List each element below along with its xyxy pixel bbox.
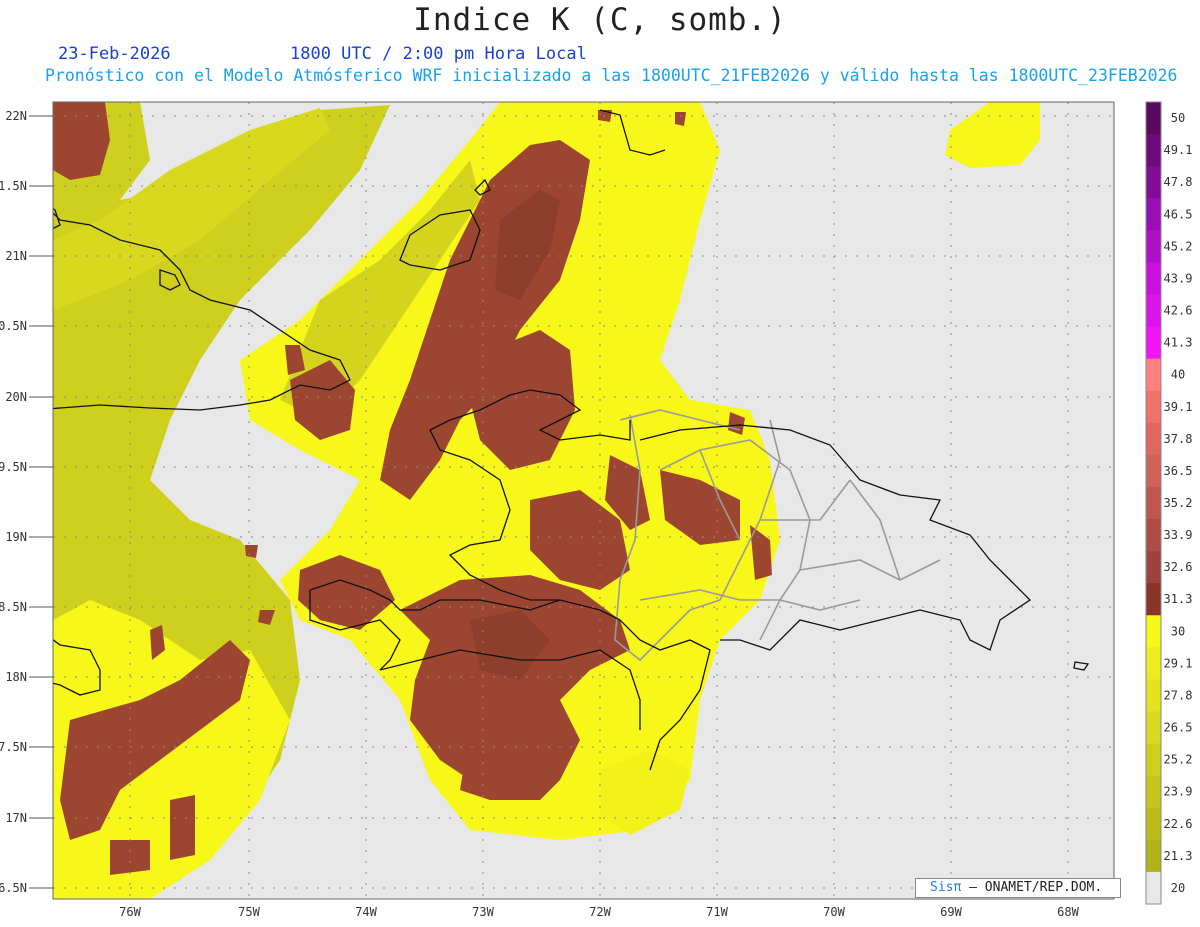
lon-label: 71W [706,905,728,919]
colorbar-label: 35.2 [1164,496,1193,510]
sispi-logo: Sisπ [930,880,962,895]
colorbar-label: 30 [1171,624,1185,638]
colorbar-label: 39.1 [1164,400,1193,414]
colorbar-segment [1146,743,1161,777]
colorbar-label: 23.9 [1164,785,1193,799]
lat-label: 0.5N [0,319,27,333]
colorbar-segment [1146,775,1161,809]
colorbar-segment [1146,519,1161,552]
lat-ticks [29,115,53,889]
lat-label: 21N [5,249,27,263]
colorbar-segment [1146,615,1161,648]
colorbar-segment [1146,647,1161,680]
colorbar-label: 21.3 [1164,849,1193,863]
colorbar-label: 20 [1171,881,1185,895]
colorbar-label: 42.6 [1164,304,1193,318]
colorbar-segment [1146,198,1161,231]
colorbar-segment [1146,294,1161,328]
colorbar-label: 22.6 [1164,817,1193,831]
colorbar-segment [1146,807,1161,841]
colorbar-segment [1146,839,1161,873]
credit-text: – ONAMET/REP.DOM. [969,880,1103,895]
colorbar-label: 27.8 [1164,688,1193,702]
colorbar-segment [1146,326,1161,360]
colorbar-label: 41.3 [1164,336,1193,350]
colorbar-segment [1146,166,1161,199]
colorbar-segment [1146,390,1161,424]
colorbar-segment [1146,102,1161,135]
lat-label: 8.5N [0,600,27,614]
colorbar-segment [1146,711,1161,745]
colorbar-label: 45.2 [1164,239,1193,253]
longitude-axis: 76W 75W 74W 73W 72W 71W 70W 69W 68W [119,905,1079,919]
colorbar-segment [1146,134,1161,167]
colorbar-segment [1146,422,1161,456]
latitude-axis: 22N 1.5N 21N 0.5N 20N 9.5N 19N 8.5N 18N … [0,109,27,895]
lat-label: 22N [5,109,27,123]
lon-label: 69W [940,905,962,919]
colorbar-segment [1146,230,1161,263]
colorbar-segment [1146,871,1161,905]
colorbar-label: 46.5 [1164,207,1193,221]
colorbar-label: 43.9 [1164,271,1193,285]
colorbar-segment [1146,262,1161,295]
lon-label: 72W [589,905,611,919]
colorbar-label: 25.2 [1164,753,1193,767]
lon-label: 75W [238,905,260,919]
lat-label: 6.5N [0,881,27,895]
colorbar-segment [1146,583,1161,616]
map-figure: 22N 1.5N 21N 0.5N 20N 9.5N 19N 8.5N 18N … [0,101,1193,919]
lon-label: 76W [119,905,141,919]
colorbar-label: 26.5 [1164,721,1193,735]
colorbar-label: 37.8 [1164,432,1193,446]
lon-label: 73W [472,905,494,919]
colorbar: 50 49.1 47.8 46.5 45.2 43.9 42.6 41.3 40 39.1 37.8… [1145,101,1193,905]
colorbar-label: 33.9 [1164,528,1193,542]
colorbar-label: 31.3 [1164,592,1193,606]
credit-box: Sisπ – ONAMET/REP.DOM. [915,878,1121,898]
lon-label: 74W [355,905,377,919]
colorbar-segment [1146,454,1161,488]
colorbar-segment [1146,551,1161,584]
colorbar-label: 50 [1171,111,1185,125]
lat-label: 1.5N [0,179,27,193]
colorbar-segment [1146,486,1161,520]
colorbar-label: 40 [1171,368,1185,382]
lat-label: 20N [5,390,27,404]
colorbar-label: 47.8 [1164,175,1193,189]
lon-label: 68W [1057,905,1079,919]
colorbar-segment [1146,679,1161,713]
lat-label: 9.5N [0,460,27,474]
lat-label: 17N [5,811,27,825]
colorbar-segment [1146,358,1161,392]
lat-label: 19N [5,530,27,544]
lon-label: 70W [823,905,845,919]
colorbar-label: 32.6 [1164,560,1193,574]
lat-label: 18N [5,670,27,684]
colorbar-label: 49.1 [1164,143,1193,157]
colorbar-label: 29.1 [1164,656,1193,670]
lat-label: 7.5N [0,740,27,754]
colorbar-label: 36.5 [1164,464,1193,478]
